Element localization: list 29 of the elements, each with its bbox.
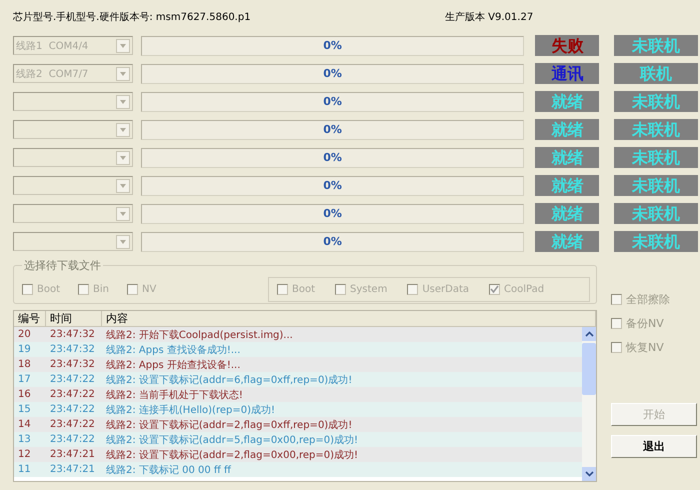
- log-row: 15 23:47:22 线路2: 连接手机(Hello)(rep=0)成功!: [14, 402, 582, 417]
- connection-text: 未联机: [632, 206, 680, 222]
- log-row: 12 23:47:21 线路2: 设置下载标记(addr=2,flag=0x00,rep=0)成功!: [14, 447, 582, 462]
- version-label: 生产版本 V9.01.27: [445, 10, 534, 24]
- connection-text: 未联机: [632, 38, 680, 54]
- status-text: 就绪: [551, 150, 584, 166]
- status-text: 就绪: [551, 234, 584, 250]
- status-text: 失败: [551, 38, 584, 54]
- connection-text: 未联机: [632, 150, 680, 166]
- log-row: 18 23:47:32 线路2: Apps 开始查找设备!...: [14, 357, 582, 372]
- connection-text: 未联机: [632, 234, 680, 250]
- connection-text: 未联机: [632, 122, 680, 138]
- group-title: 选择待下载文件: [23, 258, 102, 273]
- log-row: 13 23:47:22 线路2: 设置下载标记(addr=5,flag=0x00,rep=0)成功!: [14, 432, 582, 447]
- log-row: 19 23:47:32 线路2: Apps 查找设备成功!...: [14, 342, 582, 357]
- status-text: 就绪: [551, 94, 584, 110]
- status-text: 就绪: [551, 206, 584, 222]
- status-text: 就绪: [551, 178, 584, 194]
- log-row: 17 23:47:22 线路2: 设置下载标记(addr=6,flag=0xff,rep=0)成功!: [14, 372, 582, 387]
- connection-text: 未联机: [632, 178, 680, 194]
- connection-text: 未联机: [632, 94, 680, 110]
- connection-text: 联机: [640, 66, 672, 82]
- status-text: 通讯: [551, 66, 584, 82]
- log-row: 20 23:47:32 线路2: 开始下载Coolpad(persist.img)...: [14, 327, 582, 342]
- log-row: 16 23:47:22 线路2: 当前手机处于下载状态!: [14, 387, 582, 402]
- log-row: 14 23:47:22 线路2: 设置下载标记(addr=2,flag=0xff,rep=0)成功!: [14, 417, 582, 432]
- log-row: 11 23:47:21 线路2: 下载标记 00 00 ff ff: [14, 462, 582, 477]
- status-text: 就绪: [551, 122, 584, 138]
- chip-info-label: 芯片型号.手机型号.硬件版本号: msm7627.5860.p1: [13, 10, 252, 24]
